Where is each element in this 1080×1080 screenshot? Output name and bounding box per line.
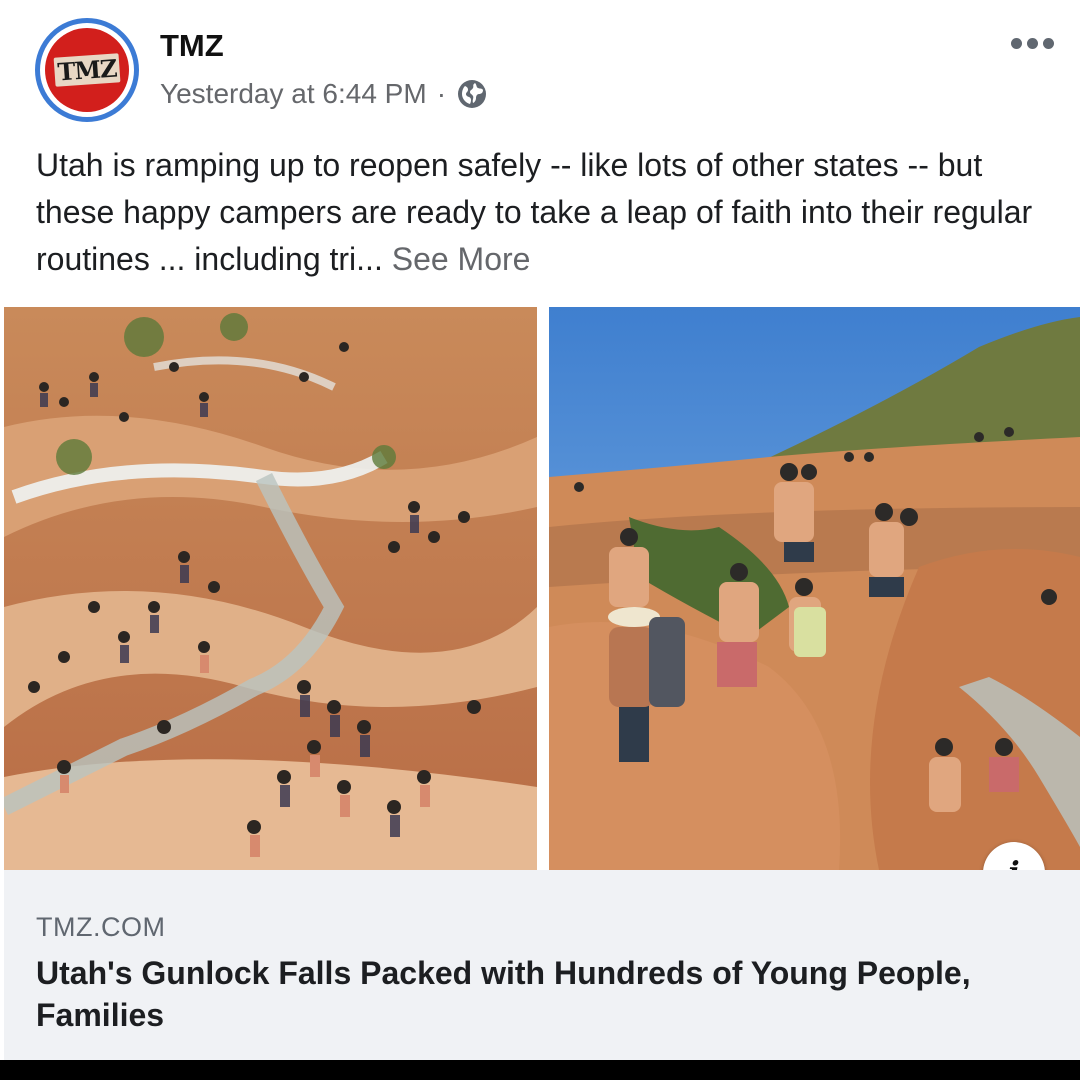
post-photo-left[interactable] xyxy=(4,307,537,870)
link-headline[interactable]: Utah's Gunlock Falls Packed with Hundred… xyxy=(36,952,1016,1036)
page-name[interactable]: TMZ xyxy=(160,28,224,64)
more-dot xyxy=(1011,38,1022,49)
bottom-bar xyxy=(0,1060,1080,1080)
globe-icon xyxy=(456,78,488,110)
caption-text: Utah is ramping up to reopen safely -- l… xyxy=(36,147,1033,277)
hikers-rocks-photo xyxy=(549,307,1080,870)
more-options-icon[interactable] xyxy=(1011,38,1054,49)
more-dot xyxy=(1027,38,1038,49)
meta-separator: · xyxy=(436,78,447,109)
photo-divider xyxy=(537,307,549,870)
page-avatar[interactable]: TMZ xyxy=(35,18,139,122)
post-photo-right[interactable] xyxy=(549,307,1080,870)
post-caption: Utah is ramping up to reopen safely -- l… xyxy=(36,142,1046,283)
link-preview[interactable]: TMZ.COM Utah's Gunlock Falls Packed with… xyxy=(4,870,1080,1060)
waterfall-crowd-photo xyxy=(4,307,537,870)
link-domain: TMZ.COM xyxy=(36,912,166,942)
avatar-logo: TMZ xyxy=(45,28,129,112)
more-dot xyxy=(1043,38,1054,49)
see-more-link[interactable]: See More xyxy=(392,241,531,277)
post-meta: Yesterday at 6:44 PM · xyxy=(160,78,488,110)
facebook-post: TMZ TMZ Yesterday at 6:44 PM · Utah is r… xyxy=(0,0,1080,1060)
post-timestamp[interactable]: Yesterday at 6:44 PM xyxy=(160,78,427,110)
avatar-logo-text: TMZ xyxy=(53,53,121,87)
